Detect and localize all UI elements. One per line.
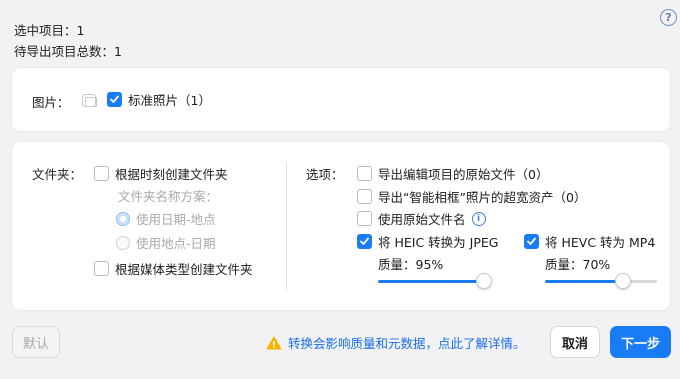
heic-quality-value: 95% (415, 257, 444, 272)
radio-location-date (116, 235, 130, 250)
cancel-button[interactable]: 取消 (550, 326, 600, 358)
use-original-filename-checkbox[interactable] (357, 211, 372, 226)
hevc-quality-slider[interactable] (545, 280, 657, 283)
hevc-quality-value: 70% (582, 257, 611, 272)
naming-option-location-date: 使用地点-日期 (116, 233, 216, 252)
photos-card: 图片： 标准照片 （1） (12, 68, 670, 131)
hevc-quality-slider-fill (545, 280, 623, 283)
checkmark-icon (527, 237, 536, 245)
warning-icon (266, 336, 282, 353)
standard-photos-label: 标准照片 (128, 93, 179, 108)
export-smart-frame-checkbox[interactable] (357, 189, 372, 204)
export-originals-checkbox[interactable] (357, 166, 372, 181)
photos-mixed-checkbox[interactable] (82, 94, 97, 107)
create-folder-by-media-option[interactable]: 根据媒体类型创建文件夹 (94, 259, 253, 278)
conversion-warning[interactable]: 转换会影响质量和元数据，点此了解详情。 (266, 333, 526, 353)
total-items-label: 待导出项目总数： (14, 44, 115, 59)
hevc-quality-readout: 质量：70% (545, 254, 610, 273)
standard-photos-count: （1） (178, 93, 211, 108)
export-originals-label: 导出编辑项目的原始文件（0） (378, 167, 549, 182)
export-smart-frame-option[interactable]: 导出“智能相框”照片的超宽资产（0） (357, 187, 586, 206)
export-originals-option[interactable]: 导出编辑项目的原始文件（0） (357, 164, 548, 183)
conversion-warning-link[interactable]: 转换会影响质量和元数据，点此了解详情。 (288, 336, 526, 351)
standard-photos-checkbox[interactable] (107, 92, 122, 107)
create-folder-by-media-label: 根据媒体类型创建文件夹 (115, 262, 253, 277)
checkmark-icon (110, 95, 119, 103)
create-folder-by-media-checkbox[interactable] (94, 261, 109, 276)
create-folder-by-moment-label: 根据时刻创建文件夹 (115, 167, 228, 182)
heic-quality-slider[interactable] (378, 280, 490, 283)
total-items-count: 1 (114, 44, 122, 59)
create-folder-by-moment-checkbox[interactable] (94, 166, 109, 181)
hevc-to-mp4-option[interactable]: 将 HEVC 转为 MP4 (524, 232, 655, 251)
use-original-filename-option[interactable]: 使用原始文件名 i (357, 209, 486, 228)
next-button[interactable]: 下一步 (610, 326, 671, 358)
hevc-to-mp4-checkbox[interactable] (524, 234, 539, 249)
naming-option-date-location: 使用日期-地点 (116, 209, 216, 228)
heic-to-jpeg-checkbox[interactable] (357, 234, 372, 249)
help-icon[interactable]: ? (660, 9, 677, 26)
info-icon[interactable]: i (471, 211, 486, 226)
folder-naming-label: 文件夹名称方案： (118, 189, 219, 204)
folder-label: 文件夹： (32, 167, 83, 182)
options-label: 选项： (306, 167, 344, 182)
heic-quality-slider-knob[interactable] (476, 273, 492, 289)
section-divider (286, 162, 287, 290)
total-items-summary: 待导出项目总数：1 (14, 41, 122, 60)
heic-quality-readout: 质量：95% (378, 254, 443, 273)
heic-to-jpeg-option[interactable]: 将 HEIC 转换为 JPEG (357, 232, 498, 251)
export-smart-frame-label: 导出“智能相框”照片的超宽资产（0） (378, 190, 587, 205)
standard-photos-option[interactable]: 标准照片 （1） (107, 90, 211, 109)
checkmark-icon (360, 237, 369, 245)
naming-option-date-location-label: 使用日期-地点 (136, 212, 216, 227)
selected-items-label: 选中项目： (14, 23, 77, 38)
export-settings-card: 文件夹： 根据时刻创建文件夹 文件夹名称方案： 使用日期-地点 使用地点-日期 … (12, 142, 670, 310)
hevc-to-mp4-label: 将 HEVC 转为 MP4 (545, 235, 656, 250)
hevc-quality-slider-knob[interactable] (615, 273, 631, 289)
photos-label: 图片： (32, 95, 70, 110)
default-button[interactable]: 默认 (12, 326, 60, 358)
hevc-quality-label: 质量： (545, 257, 583, 272)
heic-to-jpeg-label: 将 HEIC 转换为 JPEG (378, 235, 499, 250)
naming-option-location-date-label: 使用地点-日期 (136, 236, 216, 251)
selected-items-summary: 选中项目：1 (14, 20, 84, 39)
create-folder-by-moment-option[interactable]: 根据时刻创建文件夹 (94, 164, 228, 183)
heic-quality-slider-fill (378, 280, 484, 283)
selected-items-count: 1 (76, 23, 85, 38)
radio-date-location (116, 211, 130, 226)
heic-quality-label: 质量： (378, 257, 416, 272)
use-original-filename-label: 使用原始文件名 (378, 212, 466, 227)
